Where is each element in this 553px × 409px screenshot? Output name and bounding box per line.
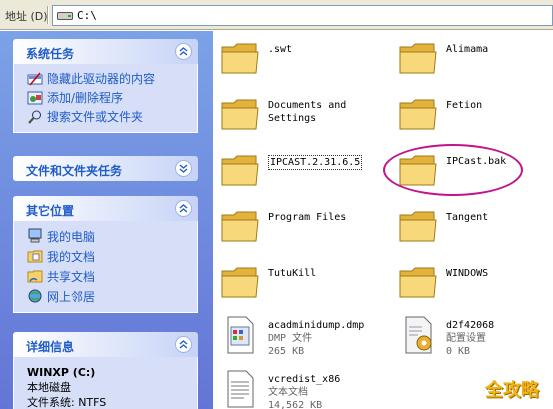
folder-icon — [221, 211, 259, 242]
details-body: WINXP (C:) 本地磁盘 文件系统: NTFS — [13, 357, 198, 409]
item-name: vcredist_x86 — [268, 374, 341, 385]
folder-item[interactable]: TutuKill — [213, 261, 373, 307]
task-label: 添加/删除程序 — [47, 91, 124, 105]
drive-type: 本地磁盘 — [27, 381, 71, 394]
task-search-files[interactable]: 搜索文件或文件夹 — [27, 107, 197, 126]
system-tasks-header[interactable]: 系统任务 — [13, 39, 198, 64]
folder-item[interactable]: IPCAST.2.31.6.5 — [213, 149, 373, 195]
folder-icon — [399, 43, 437, 74]
highlight-circle — [383, 144, 523, 196]
address-bar-row: 地址 (D) C:\ — [0, 0, 553, 30]
search-icon — [28, 110, 41, 124]
address-label: 地址 (D) — [5, 10, 48, 23]
dump-file-icon — [227, 316, 254, 354]
details-title: 详细信息 — [26, 340, 75, 354]
folder-item[interactable]: Alimama — [391, 37, 551, 83]
my-documents-icon — [27, 250, 43, 263]
folder-icon — [221, 267, 259, 298]
item-details: acadminidump.dmp DMP 文件 265 KB — [268, 319, 364, 358]
drive-icon — [57, 12, 73, 20]
item-details: d2f42068 配置设置 0 KB — [446, 319, 494, 358]
place-shared-documents[interactable]: 共享文档 — [27, 266, 197, 286]
place-my-documents[interactable]: 我的文档 — [27, 246, 197, 266]
folder-icon — [399, 99, 437, 130]
folder-item[interactable]: .swt — [213, 37, 373, 83]
other-places-body: 我的电脑 我的文档 共享文档 网上邻居 — [13, 221, 198, 313]
expand-down-icon[interactable] — [175, 160, 192, 177]
my-computer-icon — [28, 228, 42, 243]
item-size: 14,562 KB — [268, 400, 323, 409]
file-list-view: .swt Alimama Documents and Settings Feti… — [213, 31, 553, 409]
place-label: 我的文档 — [47, 249, 96, 264]
item-name: Alimama — [446, 44, 489, 55]
item-type: 文本文档 — [268, 387, 308, 398]
file-item[interactable]: d2f42068 配置设置 0 KB — [391, 313, 551, 359]
item-name: acadminidump.dmp — [268, 320, 365, 331]
item-name: Documents and Settings — [268, 100, 347, 124]
task-label: 隐藏此驱动器的内容 — [47, 72, 156, 86]
folder-icon — [221, 99, 259, 130]
item-name: .swt — [268, 44, 293, 55]
collapse-up-icon[interactable] — [175, 336, 192, 353]
task-pane: 系统任务 隐藏此驱动器的内容 添加/删除程序 搜索文件或文件夹 文件和文件夹任务 — [0, 31, 213, 409]
text-document-icon — [227, 370, 254, 408]
system-tasks-panel: 系统任务 隐藏此驱动器的内容 添加/删除程序 搜索文件或文件夹 — [13, 39, 198, 133]
item-type: 配置设置 — [446, 333, 486, 344]
file-item[interactable]: acadminidump.dmp DMP 文件 265 KB — [213, 313, 373, 359]
place-label: 网上邻居 — [47, 289, 96, 304]
folder-item[interactable]: WINDOWS — [391, 261, 551, 307]
item-name: d2f42068 — [446, 320, 495, 331]
item-name: Program Files — [268, 212, 347, 223]
other-places-header[interactable]: 其它位置 — [13, 196, 198, 221]
item-details: vcredist_x86 文本文档 14,562 KB — [268, 373, 340, 409]
file-folder-tasks-header[interactable]: 文件和文件夹任务 — [13, 156, 198, 181]
address-path: C:\ — [77, 9, 97, 22]
system-tasks-body: 隐藏此驱动器的内容 添加/删除程序 搜索文件或文件夹 — [13, 64, 198, 133]
item-name: TutuKill — [268, 268, 317, 279]
item-size: 0 KB — [446, 346, 471, 357]
collapse-up-icon[interactable] — [175, 200, 192, 217]
folder-icon — [221, 43, 259, 74]
network-places-icon — [28, 289, 42, 303]
folder-icon — [399, 211, 437, 242]
config-settings-icon — [405, 316, 432, 354]
place-my-computer[interactable]: 我的电脑 — [27, 226, 197, 246]
hide-drive-icon — [27, 72, 43, 85]
folder-item[interactable]: Fetion — [391, 93, 551, 139]
task-label: 搜索文件或文件夹 — [47, 110, 144, 124]
address-input[interactable]: C:\ — [52, 5, 553, 26]
watermark: 全攻略 — [485, 380, 539, 401]
place-label: 我的电脑 — [47, 229, 96, 244]
file-folder-tasks-panel: 文件和文件夹任务 — [13, 156, 198, 181]
file-item[interactable]: vcredist_x86 文本文档 14,562 KB — [213, 367, 373, 409]
other-places-panel: 其它位置 我的电脑 我的文档 共享文档 网上邻居 — [13, 196, 198, 313]
toolbar-separator — [47, 6, 49, 24]
item-size: 265 KB — [268, 346, 305, 357]
shared-documents-icon — [27, 270, 43, 283]
item-name: IPCAST.2.31.6.5 — [268, 155, 363, 170]
item-name: Fetion — [446, 100, 483, 111]
place-label: 共享文档 — [47, 269, 96, 284]
folder-icon — [399, 267, 437, 298]
details-panel: 详细信息 WINXP (C:) 本地磁盘 文件系统: NTFS — [13, 332, 198, 409]
place-network[interactable]: 网上邻居 — [27, 286, 197, 306]
item-name: Tangent — [446, 212, 489, 223]
task-add-remove-programs[interactable]: 添加/删除程序 — [27, 88, 197, 107]
system-tasks-title: 系统任务 — [26, 47, 75, 61]
drive-name: WINXP (C:) — [27, 366, 96, 379]
file-system: 文件系统: NTFS — [27, 396, 107, 409]
file-folder-tasks-title: 文件和文件夹任务 — [26, 164, 123, 178]
folder-item[interactable]: Program Files — [213, 205, 373, 251]
collapse-up-icon[interactable] — [175, 43, 192, 60]
folder-item[interactable]: Documents and Settings — [213, 93, 373, 139]
add-remove-programs-icon — [27, 91, 43, 104]
task-hide-drive[interactable]: 隐藏此驱动器的内容 — [27, 69, 197, 88]
details-header[interactable]: 详细信息 — [13, 332, 198, 357]
other-places-title: 其它位置 — [26, 204, 75, 218]
item-type: DMP 文件 — [268, 333, 313, 344]
folder-icon — [221, 155, 259, 186]
folder-item[interactable]: Tangent — [391, 205, 551, 251]
item-name: WINDOWS — [446, 268, 489, 279]
